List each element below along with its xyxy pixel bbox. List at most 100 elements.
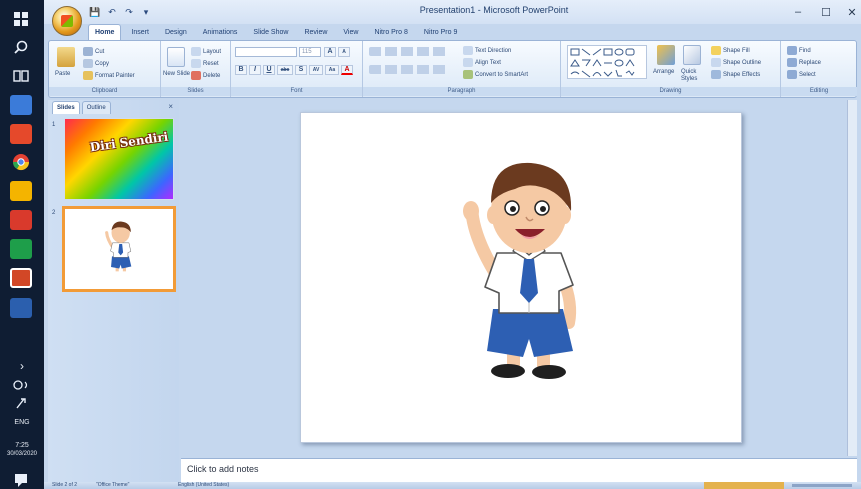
excel-icon[interactable] (10, 239, 32, 259)
replace-button[interactable]: Replace (787, 58, 821, 67)
media-app-icon[interactable] (10, 210, 32, 230)
change-case-button[interactable]: Aa (325, 65, 339, 75)
clock-date[interactable]: 30/03/2020 (0, 450, 44, 459)
list-indent-buttons[interactable] (369, 47, 449, 56)
cut-icon (83, 47, 93, 56)
maximize-button[interactable]: ☐ (812, 3, 840, 21)
shape-fill-button[interactable]: Shape Fill (711, 46, 750, 55)
new-slide-button[interactable]: New Slide (163, 71, 190, 77)
clock-time[interactable]: 7:25 (0, 441, 44, 450)
delete-slide-button[interactable]: Delete (191, 71, 220, 80)
undo-icon[interactable]: ↶ (105, 5, 119, 19)
cut-button[interactable]: Cut (83, 47, 104, 56)
reset-button[interactable]: Reset (191, 59, 219, 68)
layout-button[interactable]: Layout (191, 47, 221, 56)
desktop-app-icon[interactable] (10, 95, 32, 115)
bold-button[interactable]: B (235, 65, 247, 75)
theme-status[interactable]: "Office Theme" (96, 482, 129, 489)
word-icon[interactable] (10, 298, 32, 318)
show-hidden-icons-icon[interactable]: › (0, 360, 44, 372)
font-group: 115 A A B I U abc S AV Aa A Font (231, 41, 363, 97)
redo-icon[interactable]: ↷ (122, 5, 136, 19)
font-size-field[interactable]: 115 (299, 47, 321, 57)
language-indicator[interactable]: ENG (0, 418, 44, 427)
copy-button[interactable]: Copy (83, 59, 109, 68)
tab-nitro-pro-8[interactable]: Nitro Pro 8 (368, 24, 413, 40)
notes-pane[interactable]: Click to add notes (181, 458, 857, 482)
slide-thumbnail-1[interactable]: Diri Sendiri (64, 118, 174, 200)
notification-icon[interactable] (10, 470, 32, 489)
powerpoint-icon[interactable] (10, 268, 32, 288)
notes-placeholder[interactable]: Click to add notes (187, 464, 857, 474)
right-pupil (540, 206, 546, 212)
select-button[interactable]: Select (787, 70, 816, 79)
align-text-icon (463, 58, 473, 67)
office-app-icon[interactable] (10, 124, 32, 144)
text-shadow-button[interactable]: S (295, 65, 307, 75)
format-painter-label: Format Painter (95, 72, 135, 79)
slide-canvas[interactable] (300, 112, 742, 443)
arrange-button[interactable]: Arrange (653, 69, 674, 75)
quick-styles-button[interactable]: Quick Styles (681, 69, 707, 83)
view-buttons[interactable] (704, 482, 784, 489)
underline-button[interactable]: U (263, 65, 275, 75)
shape-effects-button[interactable]: Shape Effects (711, 70, 760, 79)
save-icon[interactable]: 💾 (88, 5, 102, 19)
italic-button[interactable]: I (249, 65, 261, 75)
tab-home[interactable]: Home (88, 24, 122, 40)
title-bar: 💾 ↶ ↷ ▾ Presentation1 - Microsoft PowerP… (44, 0, 861, 24)
close-button[interactable]: ✕ (838, 3, 861, 21)
strikethrough-button[interactable]: abc (277, 65, 293, 75)
tab-insert[interactable]: Insert (125, 24, 155, 40)
window-title: Presentation1 - Microsoft PowerPoint (419, 5, 569, 15)
status-bar: Slide 2 of 2 "Office Theme" English (Uni… (44, 482, 861, 489)
task-view-icon[interactable] (10, 66, 32, 86)
usb-icon[interactable] (10, 393, 32, 413)
clipboard-group: Paste Cut Copy Format Painter Clipboard (49, 41, 161, 97)
font-name-field[interactable] (235, 47, 297, 57)
tab-design[interactable]: Design (159, 24, 193, 40)
alignment-buttons[interactable] (369, 65, 449, 74)
slide-number-2: 2 (52, 210, 56, 216)
tab-slides[interactable]: Slides (52, 101, 80, 114)
tab-outline[interactable]: Outline (81, 101, 111, 114)
boy-cartoon-illustration[interactable] (301, 113, 743, 444)
convert-smartart-button[interactable]: Convert to SmartArt (463, 70, 528, 79)
zoom-slider[interactable] (792, 484, 852, 487)
network-icon[interactable] (10, 375, 32, 395)
language-status[interactable]: English (United States) (178, 482, 229, 489)
folder-icon[interactable] (10, 181, 32, 201)
slides-group: New Slide Layout Reset Delete Slides (161, 41, 231, 97)
shapes-gallery[interactable] (567, 45, 647, 79)
format-painter-button[interactable]: Format Painter (83, 71, 135, 80)
shrink-font-button[interactable]: A (338, 47, 350, 57)
search-icon[interactable] (10, 38, 32, 58)
minimize-button[interactable]: – (784, 3, 812, 21)
tab-slide-show[interactable]: Slide Show (247, 24, 294, 40)
character-spacing-button[interactable]: AV (309, 65, 323, 75)
close-pane-icon[interactable]: × (168, 102, 173, 111)
tab-view[interactable]: View (337, 24, 364, 40)
find-button[interactable]: Find (787, 46, 811, 55)
grow-font-button[interactable]: A (324, 47, 336, 57)
copy-icon (83, 59, 93, 68)
tab-review[interactable]: Review (298, 24, 333, 40)
slide-thumbnail-2[interactable] (62, 206, 176, 292)
shape-outline-button[interactable]: Shape Outline (711, 58, 761, 67)
font-color-button[interactable]: A (341, 65, 353, 75)
ribbon-tabs: Home Insert Design Animations Slide Show… (84, 24, 861, 40)
select-label: Select (799, 71, 816, 78)
windows-start-icon[interactable] (10, 9, 32, 29)
customize-qat-icon[interactable]: ▾ (139, 5, 153, 19)
tab-nitro-pro-9[interactable]: Nitro Pro 9 (418, 24, 463, 40)
find-icon (787, 46, 797, 55)
powerpoint-window: 💾 ↶ ↷ ▾ Presentation1 - Microsoft PowerP… (44, 0, 861, 489)
font-group-label: Font (231, 87, 362, 96)
vertical-scrollbar[interactable] (847, 100, 857, 456)
office-button[interactable] (52, 6, 82, 36)
text-direction-button[interactable]: Text Direction (463, 46, 511, 55)
tab-animations[interactable]: Animations (197, 24, 244, 40)
chrome-icon[interactable] (10, 152, 32, 172)
align-text-button[interactable]: Align Text (463, 58, 501, 67)
paste-button[interactable]: Paste (55, 71, 70, 77)
